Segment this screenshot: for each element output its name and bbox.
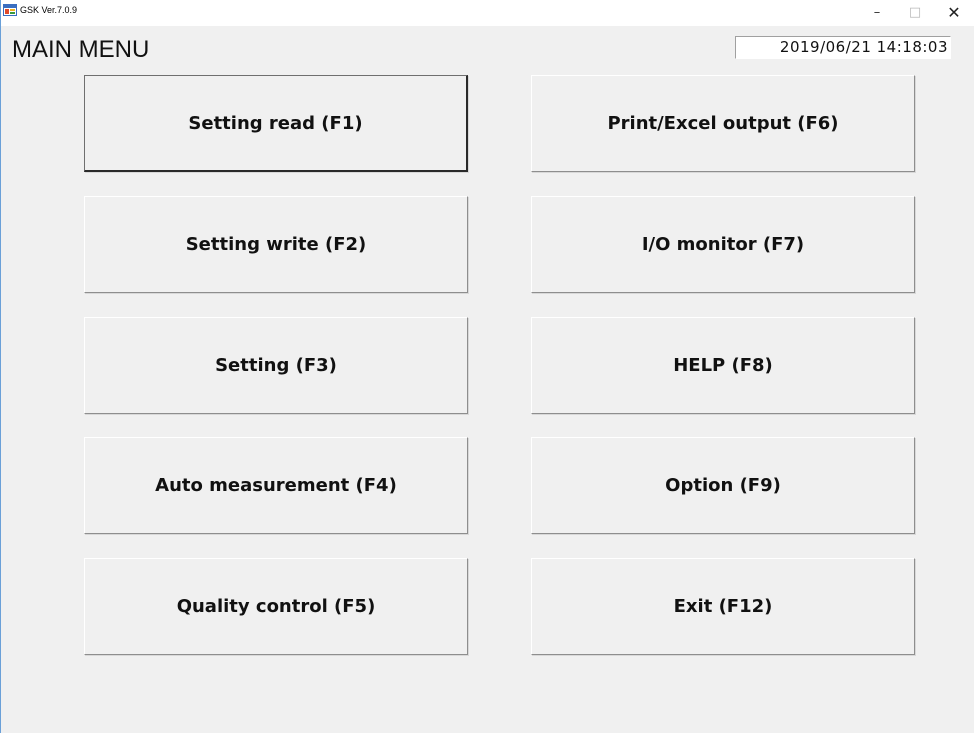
window-title: GSK Ver.7.0.9 [20, 5, 78, 15]
setting-read-button[interactable]: Setting read (F1) [84, 75, 468, 172]
close-icon: ✕ [947, 3, 961, 22]
maximize-icon: □ [908, 5, 922, 20]
datetime-display: 2019/06/21 14:18:03 [735, 36, 951, 59]
minimize-icon: – [873, 5, 881, 20]
close-button[interactable]: ✕ [931, 0, 974, 26]
io-monitor-button[interactable]: I/O monitor (F7) [531, 196, 915, 293]
app-window-icon [3, 4, 17, 16]
exit-button[interactable]: Exit (F12) [531, 558, 915, 655]
setting-button[interactable]: Setting (F3) [84, 317, 468, 414]
quality-control-button[interactable]: Quality control (F5) [84, 558, 468, 655]
print-excel-output-button[interactable]: Print/Excel output (F6) [531, 75, 915, 172]
main-window: GSK Ver.7.0.9 – □ ✕ MAIN MENU 2019/06/21… [0, 0, 974, 733]
help-button[interactable]: HELP (F8) [531, 317, 915, 414]
option-button[interactable]: Option (F9) [531, 437, 915, 534]
setting-write-button[interactable]: Setting write (F2) [84, 196, 468, 293]
page-title: MAIN MENU [12, 36, 150, 63]
auto-measurement-button[interactable]: Auto measurement (F4) [84, 437, 468, 534]
title-bar[interactable]: GSK Ver.7.0.9 – □ ✕ [1, 0, 974, 26]
